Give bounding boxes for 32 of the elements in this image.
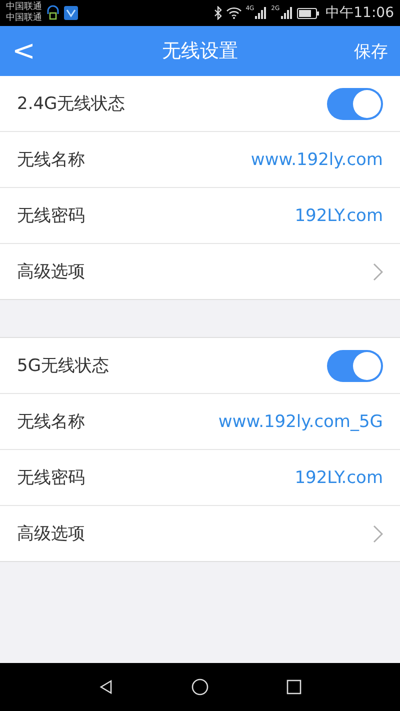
signal-icon xyxy=(255,7,268,19)
clock: 中午11:06 xyxy=(326,4,394,22)
wifi-icon xyxy=(226,7,242,19)
carrier-name: 中国联通 xyxy=(6,13,42,24)
row-value: www.192ly.com xyxy=(250,150,383,170)
row-label: 无线密码 xyxy=(17,205,85,227)
toggle-switch[interactable] xyxy=(327,350,383,382)
bluetooth-icon xyxy=(214,6,222,20)
battery-icon xyxy=(296,8,319,18)
back-icon[interactable] xyxy=(98,679,114,695)
chevron-right-icon xyxy=(373,524,383,542)
headset-icon xyxy=(46,5,60,21)
row-label: 高级选项 xyxy=(17,261,85,283)
row-label: 5G无线状态 xyxy=(17,355,109,377)
row-value: www.192ly.com_5G xyxy=(218,412,383,432)
row-value: 192LY.com xyxy=(294,206,383,226)
chevron-right-icon xyxy=(373,262,383,280)
toggle-switch[interactable] xyxy=(327,88,383,120)
carrier-name: 中国联通 xyxy=(6,2,42,12)
settings-row[interactable]: 高级选项 xyxy=(0,244,400,299)
signal-icon xyxy=(280,7,293,19)
row-label: 无线名称 xyxy=(17,411,85,433)
row-label: 2.4G无线状态 xyxy=(17,93,126,115)
row-label: 无线名称 xyxy=(17,149,85,171)
recent-apps-icon[interactable] xyxy=(286,679,302,695)
row-value: 192LY.com xyxy=(294,468,383,488)
row-label: 高级选项 xyxy=(17,523,85,545)
settings-row[interactable]: 高级选项 xyxy=(0,506,400,561)
home-icon[interactable] xyxy=(190,678,209,696)
row-label: 无线密码 xyxy=(17,467,85,489)
app-icon xyxy=(64,6,78,20)
page-title: 无线设置 xyxy=(162,39,238,64)
